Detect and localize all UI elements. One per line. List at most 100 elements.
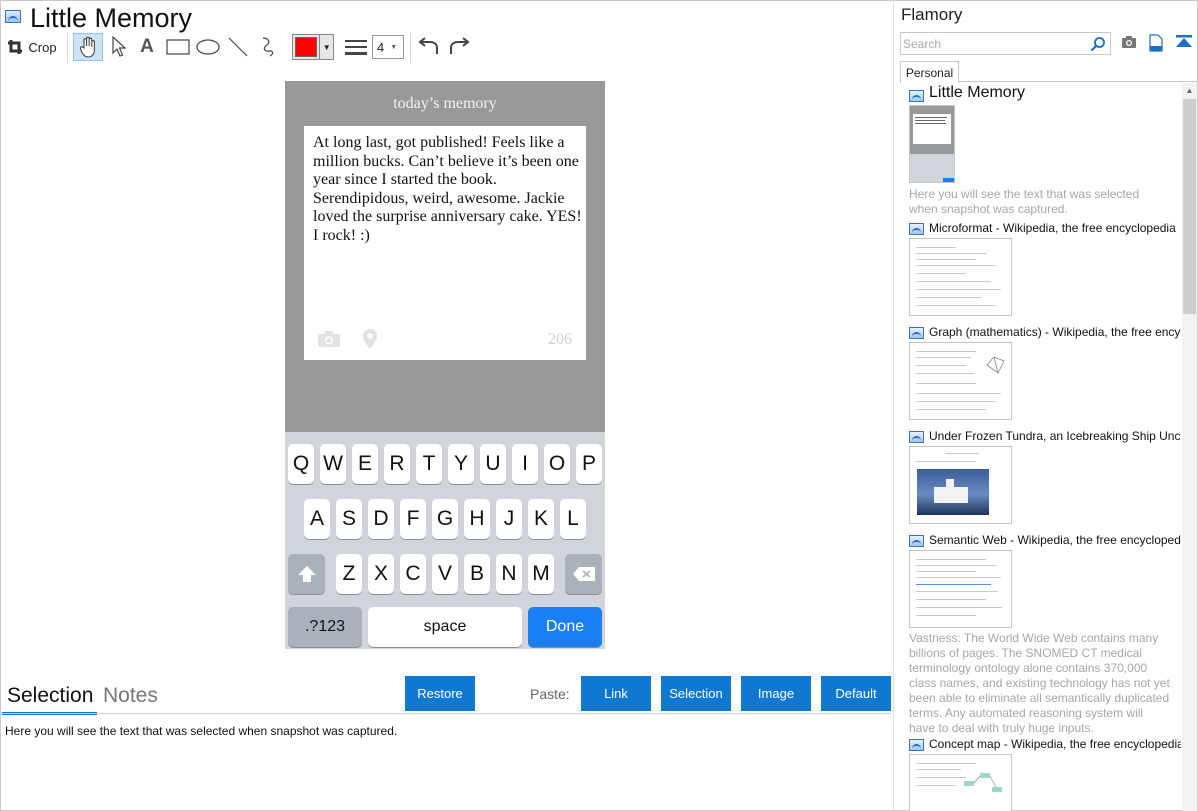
key-f[interactable]: F	[400, 499, 426, 539]
key-b[interactable]: B	[464, 554, 490, 594]
page-icon	[909, 90, 924, 102]
line-tool-button[interactable]	[224, 33, 252, 61]
key-z[interactable]: Z	[336, 554, 362, 594]
thumbnail-image	[909, 446, 1012, 524]
hand-tool-button[interactable]	[73, 33, 103, 61]
key-k[interactable]: K	[528, 499, 554, 539]
memory-card: At long last, got published! Feels like …	[304, 126, 586, 360]
toolbar-divider	[67, 33, 68, 63]
key-t[interactable]: T	[416, 444, 442, 484]
snapshot-list: Little Memory Here you will see the text…	[900, 83, 1198, 811]
key-m[interactable]: M	[528, 554, 554, 594]
page-icon	[909, 739, 924, 751]
crop-icon	[8, 40, 23, 54]
tab-notes[interactable]: Notes	[103, 684, 158, 708]
pointer-tool-button[interactable]	[106, 33, 132, 61]
ellipse-icon	[196, 39, 220, 55]
list-item[interactable]: Concept map - Wikipedia, the free encycl…	[909, 736, 1181, 811]
key-d[interactable]: D	[368, 499, 394, 539]
crop-button[interactable]: Crop	[6, 33, 58, 61]
key-h[interactable]: H	[464, 499, 490, 539]
ellipse-tool-button[interactable]	[194, 33, 222, 61]
text-tool-button[interactable]: A	[134, 33, 160, 61]
line-icon	[228, 37, 248, 57]
list-item[interactable]: Microformat - Wikipedia, the free encycl…	[909, 220, 1181, 316]
restore-button[interactable]: Restore	[405, 676, 475, 711]
scrollbar[interactable]: ▲	[1182, 83, 1197, 811]
item-description: Vastness: The World Wide Web contains ma…	[909, 631, 1170, 735]
paste-label: Paste:	[530, 686, 570, 702]
key-e[interactable]: E	[352, 444, 378, 484]
camera-icon[interactable]	[1121, 34, 1137, 50]
freehand-tool-button[interactable]	[254, 33, 282, 61]
key-q[interactable]: Q	[288, 444, 314, 484]
space-key[interactable]: space	[368, 607, 522, 647]
key-o[interactable]: O	[544, 444, 570, 484]
list-item[interactable]: Graph (mathematics) - Wikipedia, the fre…	[909, 324, 1181, 420]
item-title: Graph (mathematics) - Wikipedia, the fre…	[929, 325, 1181, 339]
item-title: Concept map - Wikipedia, the free encycl…	[929, 737, 1181, 751]
paste-link-button[interactable]: Link	[581, 676, 651, 711]
color-picker[interactable]: ▼	[292, 34, 334, 60]
key-y[interactable]: Y	[448, 444, 474, 484]
key-l[interactable]: L	[560, 499, 586, 539]
thumbnail-image	[909, 754, 1012, 811]
search-icon[interactable]	[1090, 36, 1106, 52]
key-u[interactable]: U	[480, 444, 506, 484]
list-item[interactable]: Little Memory Here you will see the text…	[909, 84, 1181, 216]
scrollbar-thumb[interactable]	[1183, 99, 1196, 314]
item-description: Here you will see the text that was sele…	[909, 187, 1140, 216]
done-key[interactable]: Done	[528, 607, 602, 647]
redo-icon	[450, 37, 470, 54]
numbers-key[interactable]: .?123	[288, 607, 362, 647]
list-item[interactable]: Semantic Web - Wikipedia, the free encyc…	[909, 532, 1181, 735]
page-icon	[909, 327, 924, 339]
tab-divider	[959, 81, 1198, 82]
document-icon[interactable]	[1149, 34, 1163, 52]
paste-selection-button[interactable]: Selection	[661, 676, 731, 711]
rectangle-tool-button[interactable]	[164, 33, 192, 61]
scroll-up-arrow-icon[interactable]: ▲	[1182, 83, 1197, 98]
key-x[interactable]: X	[368, 554, 394, 594]
redo-button[interactable]	[445, 33, 473, 61]
key-i[interactable]: I	[512, 444, 538, 484]
item-title: Little Memory	[929, 84, 1026, 101]
paste-default-button[interactable]: Default	[821, 676, 891, 711]
memory-header: today’s memory	[393, 95, 497, 112]
collapse-icon[interactable]	[1175, 34, 1193, 50]
key-a[interactable]: A	[304, 499, 330, 539]
shift-key[interactable]	[288, 554, 325, 594]
line-width-value: 4	[377, 39, 385, 55]
key-w[interactable]: W	[320, 444, 346, 484]
thumbnail-image	[909, 105, 955, 183]
toolbar-divider	[410, 33, 411, 63]
paste-image-button[interactable]: Image	[741, 676, 811, 711]
undo-button[interactable]	[415, 33, 443, 61]
key-c[interactable]: C	[400, 554, 426, 594]
line-width-icon	[342, 33, 370, 61]
backspace-key[interactable]	[565, 554, 602, 594]
camera-icon	[318, 331, 340, 347]
thumbnail-image	[909, 342, 1012, 420]
selection-text[interactable]: Here you will see the text that was sele…	[5, 724, 397, 738]
key-r[interactable]: R	[384, 444, 410, 484]
tab-personal[interactable]: Personal	[900, 61, 959, 83]
page-title: Little Memory	[30, 3, 193, 33]
tab-selection[interactable]: Selection	[7, 684, 93, 708]
chevron-down-icon: ▼	[319, 35, 333, 59]
line-width-select[interactable]: 4 ▼	[372, 35, 404, 59]
list-item[interactable]: Under Frozen Tundra, an Icebreaking Ship…	[909, 428, 1181, 524]
onscreen-keyboard: QWERTYUIOP ASDFGHJKL ZXCVBNM .?123 space…	[285, 432, 605, 649]
key-v[interactable]: V	[432, 554, 458, 594]
key-g[interactable]: G	[432, 499, 458, 539]
app-logo-icon	[5, 10, 21, 23]
memory-text: At long last, got published! Feels like …	[313, 134, 582, 244]
search-input[interactable]	[903, 35, 1083, 52]
key-s[interactable]: S	[336, 499, 362, 539]
crop-label: Crop	[28, 39, 57, 55]
key-n[interactable]: N	[496, 554, 522, 594]
thumbnail-image	[909, 550, 1012, 628]
key-j[interactable]: J	[496, 499, 522, 539]
item-title: Under Frozen Tundra, an Icebreaking Ship…	[929, 429, 1181, 443]
key-p[interactable]: P	[576, 444, 602, 484]
